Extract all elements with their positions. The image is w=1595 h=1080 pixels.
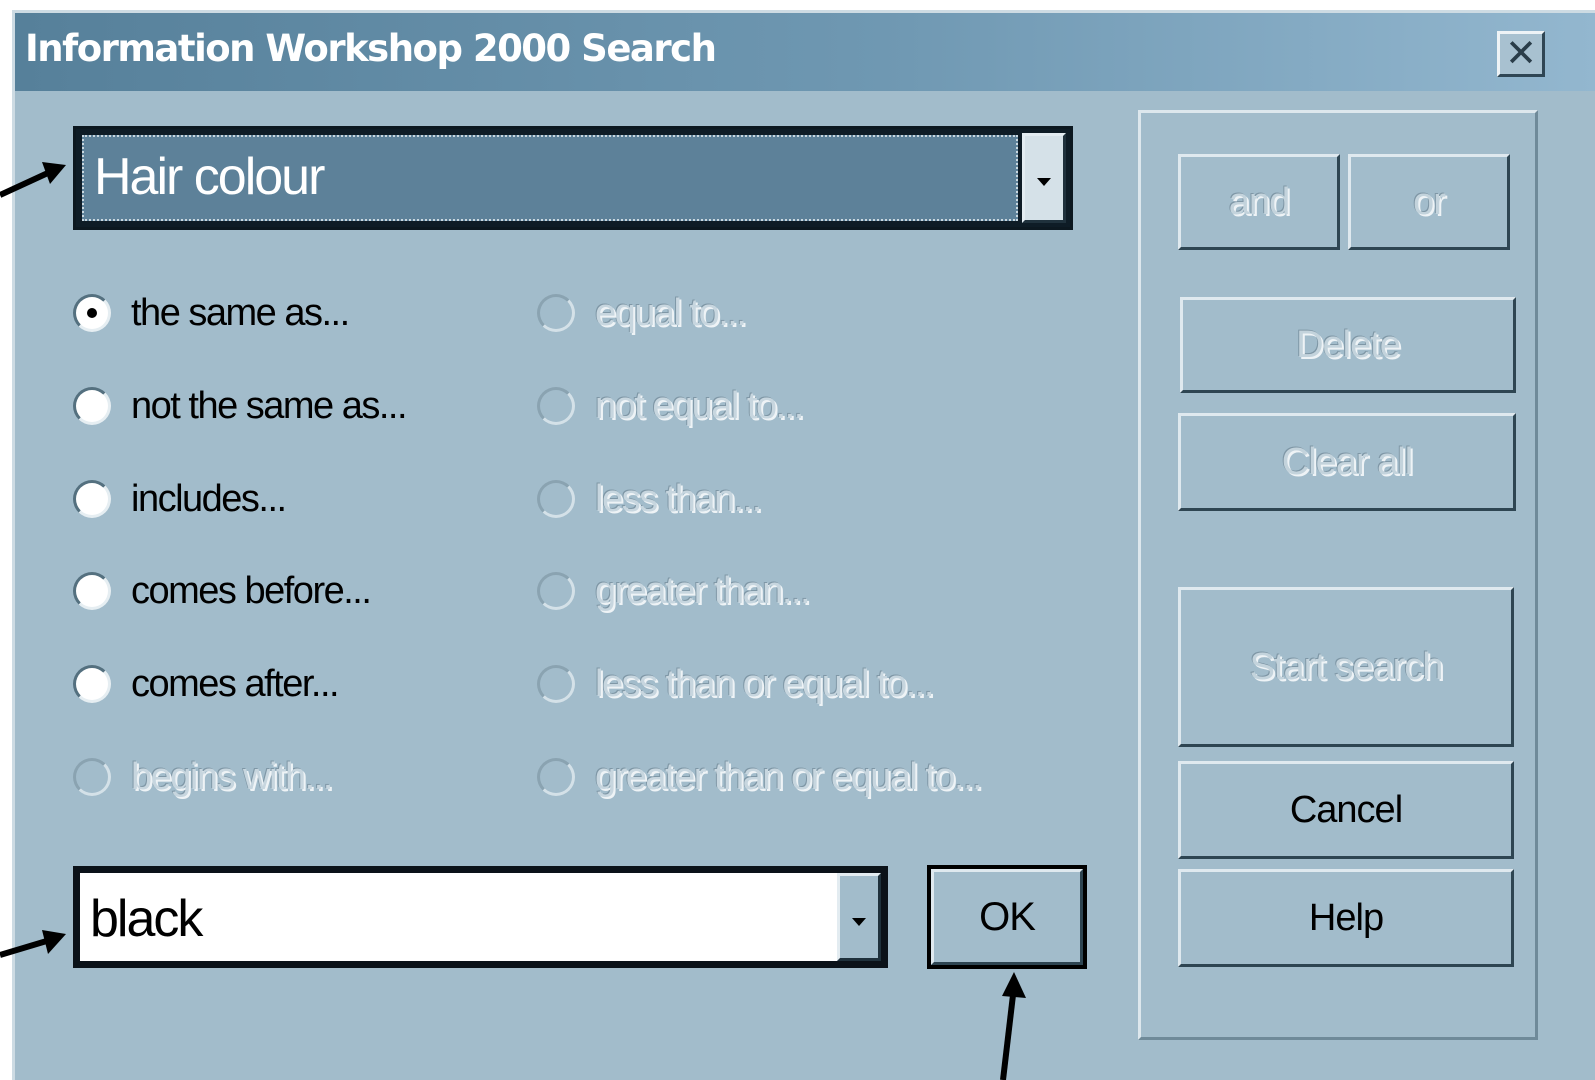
cancel-button-label: Cancel xyxy=(1289,788,1403,831)
radio-label: not equal to... xyxy=(595,385,804,427)
window-title: Information Workshop 2000 Search xyxy=(25,27,717,70)
radio-button xyxy=(537,758,575,796)
ok-button-label: OK xyxy=(931,869,1083,965)
ok-button[interactable]: OK xyxy=(927,865,1087,969)
start-search-button: Start search xyxy=(1178,587,1514,747)
title-bar[interactable]: Information Workshop 2000 Search ✕ xyxy=(15,13,1595,91)
radio-selected-dot xyxy=(87,308,97,318)
radio-label: less than... xyxy=(595,478,762,520)
radio-button[interactable] xyxy=(73,387,111,425)
radio-label: comes after... xyxy=(131,663,340,705)
close-button[interactable]: ✕ xyxy=(1497,31,1545,77)
radio-label: comes before... xyxy=(131,570,372,612)
radio-label: greater than... xyxy=(595,570,811,612)
help-button-label: Help xyxy=(1308,896,1384,939)
close-icon: ✕ xyxy=(1505,31,1537,75)
value-combo[interactable]: black xyxy=(73,866,888,968)
radio-button xyxy=(537,294,575,332)
radio-label: the same as... xyxy=(131,292,350,334)
delete-button: Delete xyxy=(1180,297,1516,393)
radio-button[interactable] xyxy=(73,572,111,610)
dropdown-arrow-icon xyxy=(852,918,866,926)
value-input[interactable]: black xyxy=(80,873,837,961)
cancel-button[interactable]: Cancel xyxy=(1178,761,1514,859)
radio-button[interactable] xyxy=(73,480,111,518)
clear-all-button-label: Clear all xyxy=(1281,440,1413,483)
delete-button-label: Delete xyxy=(1296,323,1401,366)
field-selector-value: Hair colour xyxy=(94,148,325,206)
radio-label: not the same as... xyxy=(131,385,408,427)
radio-button xyxy=(537,387,575,425)
value-text: black xyxy=(90,890,203,948)
search-dialog: Information Workshop 2000 Search ✕ Hair … xyxy=(12,10,1595,1080)
and-button-label: and xyxy=(1228,180,1290,223)
field-selector-selection: Hair colour xyxy=(82,135,1018,221)
dropdown-arrow-icon xyxy=(1037,178,1051,186)
radio-button xyxy=(537,665,575,703)
radio-button[interactable] xyxy=(73,294,111,332)
or-button: or xyxy=(1348,154,1510,250)
field-selector-combo[interactable]: Hair colour xyxy=(73,126,1073,230)
help-button[interactable]: Help xyxy=(1178,869,1514,967)
value-dropdown-button[interactable] xyxy=(837,873,881,961)
radio-button xyxy=(537,480,575,518)
radio-button xyxy=(73,758,111,796)
radio-label: begins with... xyxy=(131,756,333,798)
radio-label: includes... xyxy=(131,478,287,520)
and-button: and xyxy=(1178,154,1340,250)
clear-all-button: Clear all xyxy=(1178,413,1516,511)
radio-button[interactable] xyxy=(73,665,111,703)
radio-label: equal to... xyxy=(595,292,747,334)
field-selector-dropdown-button[interactable] xyxy=(1022,133,1066,223)
start-search-button-label: Start search xyxy=(1249,645,1444,688)
radio-button xyxy=(537,572,575,610)
radio-label: greater than or equal to... xyxy=(595,756,983,798)
or-button-label: or xyxy=(1413,180,1446,223)
radio-label: less than or equal to... xyxy=(595,663,934,705)
